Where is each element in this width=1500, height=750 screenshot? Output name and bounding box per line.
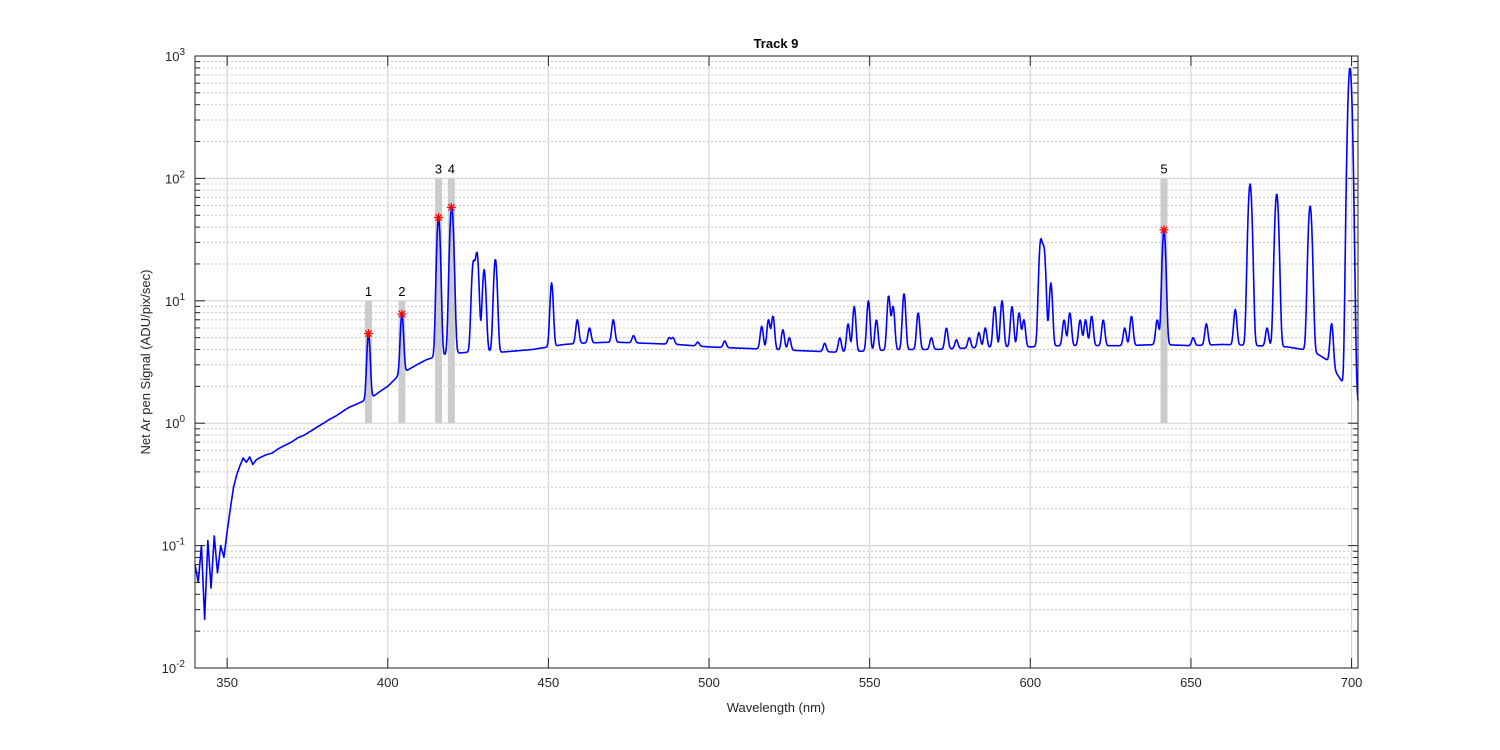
x-tick-label: 650 bbox=[1180, 675, 1202, 690]
band-label: 3 bbox=[435, 161, 442, 176]
x-tick-label: 350 bbox=[216, 675, 238, 690]
peak-marker bbox=[434, 212, 444, 222]
x-tick-label: 600 bbox=[1019, 675, 1041, 690]
x-tick-label: 500 bbox=[698, 675, 720, 690]
band-label: 1 bbox=[365, 284, 372, 299]
x-tick-label: 450 bbox=[538, 675, 560, 690]
peak-marker bbox=[363, 329, 373, 339]
band-label: 4 bbox=[448, 161, 455, 176]
spectrum-chart: 1 23 4 5 350 400 450 500 550 600 650 700 10-210-11… bbox=[0, 0, 1500, 750]
y-axis-label: Net Ar pen Signal (ADU/pix/sec) bbox=[138, 270, 153, 455]
chart-title: Track 9 bbox=[754, 36, 799, 51]
peak-marker bbox=[446, 202, 456, 212]
x-axis-label: Wavelength (nm) bbox=[727, 700, 826, 715]
peak-marker bbox=[1159, 225, 1169, 235]
x-tick-label: 400 bbox=[377, 675, 399, 690]
peak-marker bbox=[397, 309, 407, 319]
band-label: 5 bbox=[1160, 161, 1167, 176]
band-label: 2 bbox=[398, 284, 405, 299]
x-tick-label: 550 bbox=[859, 675, 881, 690]
x-tick-label: 700 bbox=[1341, 675, 1363, 690]
